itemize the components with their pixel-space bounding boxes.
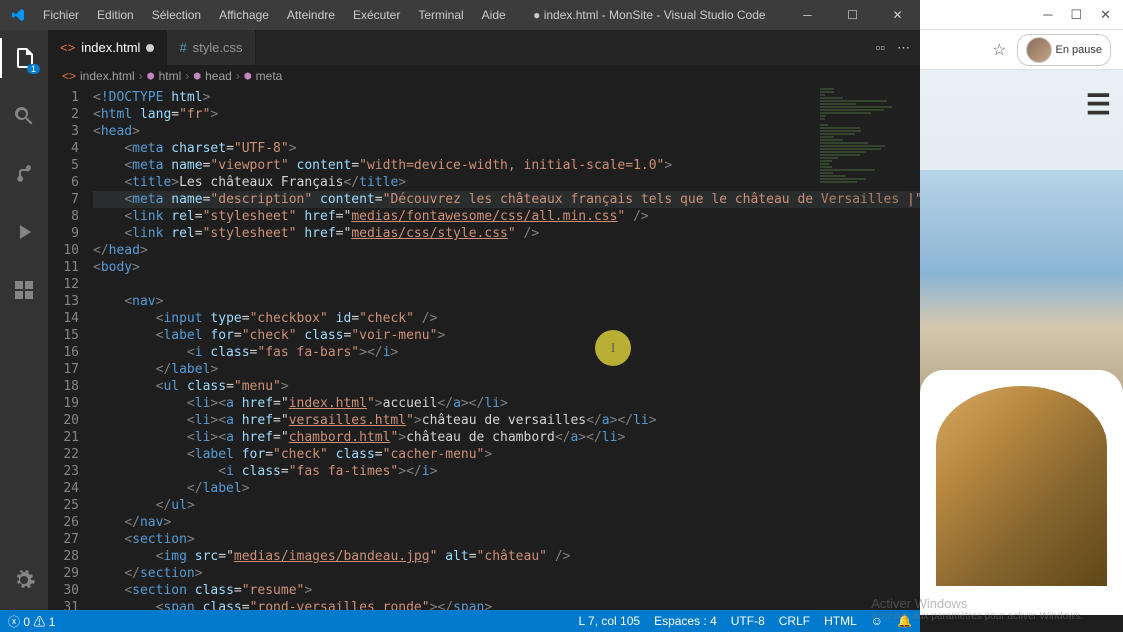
explorer-badge: 1 <box>27 64 40 74</box>
code-line[interactable] <box>93 276 920 293</box>
code-line[interactable]: </section> <box>93 565 920 582</box>
code-line[interactable]: <nav> <box>93 293 920 310</box>
menu-bar: FichierEditionSélectionAffichageAtteindr… <box>35 8 514 22</box>
avatar <box>1026 37 1052 63</box>
minimize-button[interactable]: ─ <box>785 8 830 22</box>
modified-dot-icon <box>146 44 154 52</box>
minimap[interactable] <box>816 87 906 610</box>
code-line[interactable]: <i class="fas fa-bars"></i> <box>93 344 920 361</box>
window-title: ● index.html - MonSite - Visual Studio C… <box>514 8 785 22</box>
code-line[interactable]: <li><a href="chambord.html">château de c… <box>93 429 920 446</box>
tab-index-html[interactable]: <> index.html <box>48 30 167 65</box>
code-line[interactable]: <ul class="menu"> <box>93 378 920 395</box>
more-actions-icon[interactable]: ⋯ <box>897 40 910 56</box>
profile-pause-button[interactable]: En pause <box>1017 34 1111 66</box>
titlebar: FichierEditionSélectionAffichageAtteindr… <box>0 0 920 30</box>
chevron-right-icon: › <box>185 69 189 83</box>
code-line[interactable]: </ul> <box>93 497 920 514</box>
code-line[interactable]: <title>Les châteaux Français</title> <box>93 174 920 191</box>
browser-minimize-button[interactable]: ─ <box>1043 7 1052 22</box>
status-notifications-icon[interactable]: 🔔 <box>897 614 912 628</box>
code-line[interactable]: <span class="rond-versailles ronde"></sp… <box>93 599 920 610</box>
breadcrumbs[interactable]: <>index.html›⬢html›⬢head›⬢meta <box>48 65 920 87</box>
menu-terminal[interactable]: Terminal <box>410 8 471 22</box>
symbol-icon: ⬢ <box>193 71 201 82</box>
browser-maximize-button[interactable]: ☐ <box>1070 7 1082 23</box>
symbol-icon: ⬢ <box>244 71 252 82</box>
code-line[interactable]: <li><a href="versailles.html">château de… <box>93 412 920 429</box>
code-line[interactable]: <meta name="description" content="Découv… <box>93 191 920 208</box>
rounded-image <box>936 386 1107 586</box>
maximize-button[interactable]: ☐ <box>830 8 875 22</box>
code-line[interactable]: <li><a href="index.html">accueil</a></li… <box>93 395 920 412</box>
search-icon[interactable] <box>0 96 48 136</box>
status-encoding[interactable]: UTF-8 <box>731 614 765 628</box>
menu-fichier[interactable]: Fichier <box>35 8 87 22</box>
code-line[interactable]: <link rel="stylesheet" href="medias/font… <box>93 208 920 225</box>
bookmark-star-icon[interactable]: ☆ <box>992 40 1006 60</box>
status-indentation[interactable]: Espaces : 4 <box>654 614 717 628</box>
code-line[interactable]: <label for="check" class="voir-menu"> <box>93 327 920 344</box>
status-errors[interactable]: ⓧ 0 ⚠ 1 <box>8 613 55 630</box>
html-file-icon: <> <box>60 40 75 55</box>
settings-gear-icon[interactable] <box>0 560 48 600</box>
vscode-logo-icon <box>0 7 35 23</box>
breadcrumb-item[interactable]: head <box>205 69 232 83</box>
close-button[interactable]: ✕ <box>875 8 920 22</box>
extensions-icon[interactable] <box>0 270 48 310</box>
source-control-icon[interactable] <box>0 154 48 194</box>
menu-affichage[interactable]: Affichage <box>211 8 277 22</box>
code-line[interactable]: <img src="medias/images/bandeau.jpg" alt… <box>93 548 920 565</box>
status-eol[interactable]: CRLF <box>779 614 810 628</box>
split-editor-icon[interactable]: ▫▫ <box>876 40 885 55</box>
code-line[interactable]: <html lang="fr"> <box>93 106 920 123</box>
code-editor[interactable]: 1234567891011121314151617181920212223242… <box>48 87 920 610</box>
symbol-icon: ⬢ <box>147 71 155 82</box>
menu-atteindre[interactable]: Atteindre <box>279 8 343 22</box>
menu-sélection[interactable]: Sélection <box>144 8 209 22</box>
code-line[interactable]: <section class="resume"> <box>93 582 920 599</box>
run-debug-icon[interactable] <box>0 212 48 252</box>
code-line[interactable]: </label> <box>93 480 920 497</box>
code-line[interactable]: </nav> <box>93 514 920 531</box>
code-line[interactable]: </head> <box>93 242 920 259</box>
code-line[interactable]: <label for="check" class="cacher-menu"> <box>93 446 920 463</box>
status-cursor-position[interactable]: L 7, col 105 <box>578 614 640 628</box>
menu-exécuter[interactable]: Exécuter <box>345 8 408 22</box>
browser-page[interactable]: ☰ <box>920 70 1123 615</box>
code-line[interactable]: <!DOCTYPE html> <box>93 89 920 106</box>
css-file-icon: # <box>179 40 186 55</box>
code-line[interactable]: <link rel="stylesheet" href="medias/css/… <box>93 225 920 242</box>
code-line[interactable]: </label> <box>93 361 920 378</box>
editor-tabs: <> index.html # style.css ▫▫ ⋯ <box>48 30 920 65</box>
status-bar: ⓧ 0 ⚠ 1 L 7, col 105 Espaces : 4 UTF-8 C… <box>0 610 920 632</box>
tab-style-css[interactable]: # style.css <box>167 30 255 65</box>
status-feedback-icon[interactable]: ☺ <box>871 614 883 628</box>
breadcrumb-item[interactable]: index.html <box>80 69 135 83</box>
html-file-icon: <> <box>62 69 76 83</box>
content-card <box>920 370 1123 615</box>
code-line[interactable]: <section> <box>93 531 920 548</box>
breadcrumb-item[interactable]: html <box>159 69 182 83</box>
hamburger-menu-icon[interactable]: ☰ <box>1086 88 1111 121</box>
explorer-icon[interactable]: 1 <box>0 38 48 78</box>
tab-label: index.html <box>81 40 140 55</box>
code-line[interactable]: <meta name="viewport" content="width=dev… <box>93 157 920 174</box>
status-language[interactable]: HTML <box>824 614 857 628</box>
menu-edition[interactable]: Edition <box>89 8 142 22</box>
chevron-right-icon: › <box>236 69 240 83</box>
code-line[interactable]: <i class="fas fa-times"></i> <box>93 463 920 480</box>
code-line[interactable]: <meta charset="UTF-8"> <box>93 140 920 157</box>
menu-aide[interactable]: Aide <box>474 8 514 22</box>
activity-bar: 1 <box>0 30 48 610</box>
tab-label: style.css <box>193 40 243 55</box>
browser-close-button[interactable]: ✕ <box>1100 7 1111 23</box>
code-line[interactable]: <input type="checkbox" id="check" /> <box>93 310 920 327</box>
breadcrumb-item[interactable]: meta <box>256 69 283 83</box>
chevron-right-icon: › <box>139 69 143 83</box>
code-line[interactable]: <head> <box>93 123 920 140</box>
code-line[interactable]: <body> <box>93 259 920 276</box>
browser-window: ─ ☐ ✕ ☆ En pause ☰ <box>920 0 1123 615</box>
